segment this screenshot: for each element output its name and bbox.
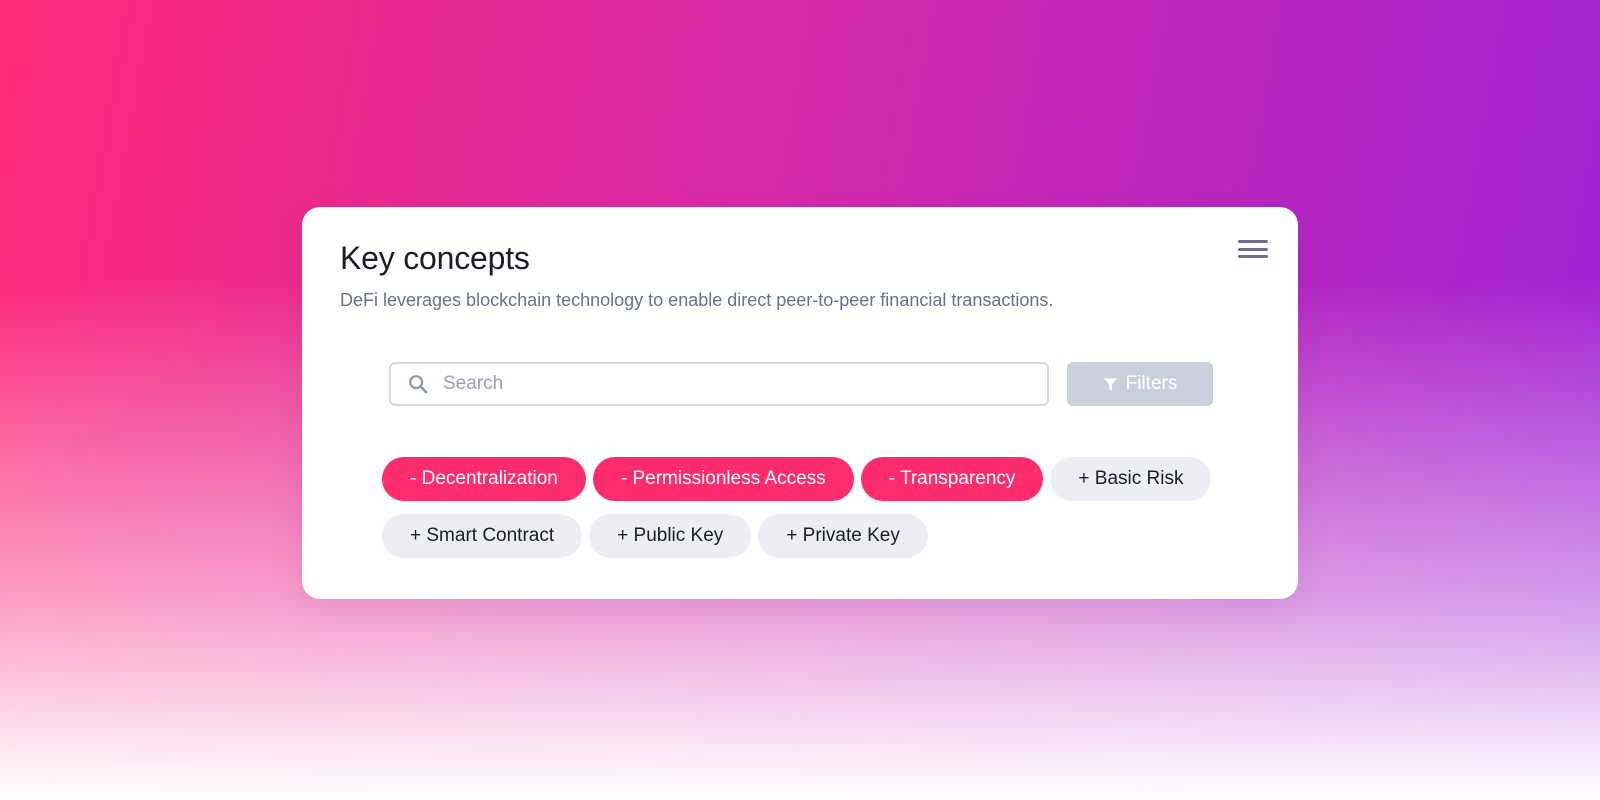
card-description: DeFi leverages blockchain technology to …	[340, 290, 1054, 310]
tag-decentralization[interactable]: - Decentralization	[382, 457, 586, 501]
filters-button[interactable]: Filters	[1067, 362, 1213, 406]
key-concepts-card: Key concepts DeFi leverages blockchain t…	[302, 207, 1298, 599]
tag-row-2: + Smart Contract + Public Key + Private …	[382, 514, 1222, 558]
menu-line	[1238, 247, 1268, 251]
tag-transparency[interactable]: - Transparency	[860, 457, 1044, 501]
tag-row-1: - Decentralization - Permissionless Acce…	[382, 457, 1222, 501]
filters-label: Filters	[1125, 373, 1178, 394]
tag-smart-contract[interactable]: + Smart Contract	[382, 514, 583, 558]
tag-public-key[interactable]: + Public Key	[589, 514, 752, 558]
filter-icon	[1103, 377, 1117, 391]
search-box	[389, 362, 1049, 406]
concept-tags: - Decentralization - Permissionless Acce…	[382, 457, 1222, 571]
search-input[interactable]	[443, 364, 1047, 404]
tag-basic-risk[interactable]: + Basic Risk	[1050, 457, 1212, 501]
tag-permissionless-access[interactable]: - Permissionless Access	[592, 457, 854, 501]
hamburger-menu-icon[interactable]	[1238, 237, 1268, 261]
menu-line	[1238, 240, 1268, 243]
menu-line	[1238, 255, 1268, 258]
search-icon	[409, 375, 428, 394]
card-title: Key concepts	[340, 240, 530, 276]
tag-private-key[interactable]: + Private Key	[758, 514, 928, 558]
